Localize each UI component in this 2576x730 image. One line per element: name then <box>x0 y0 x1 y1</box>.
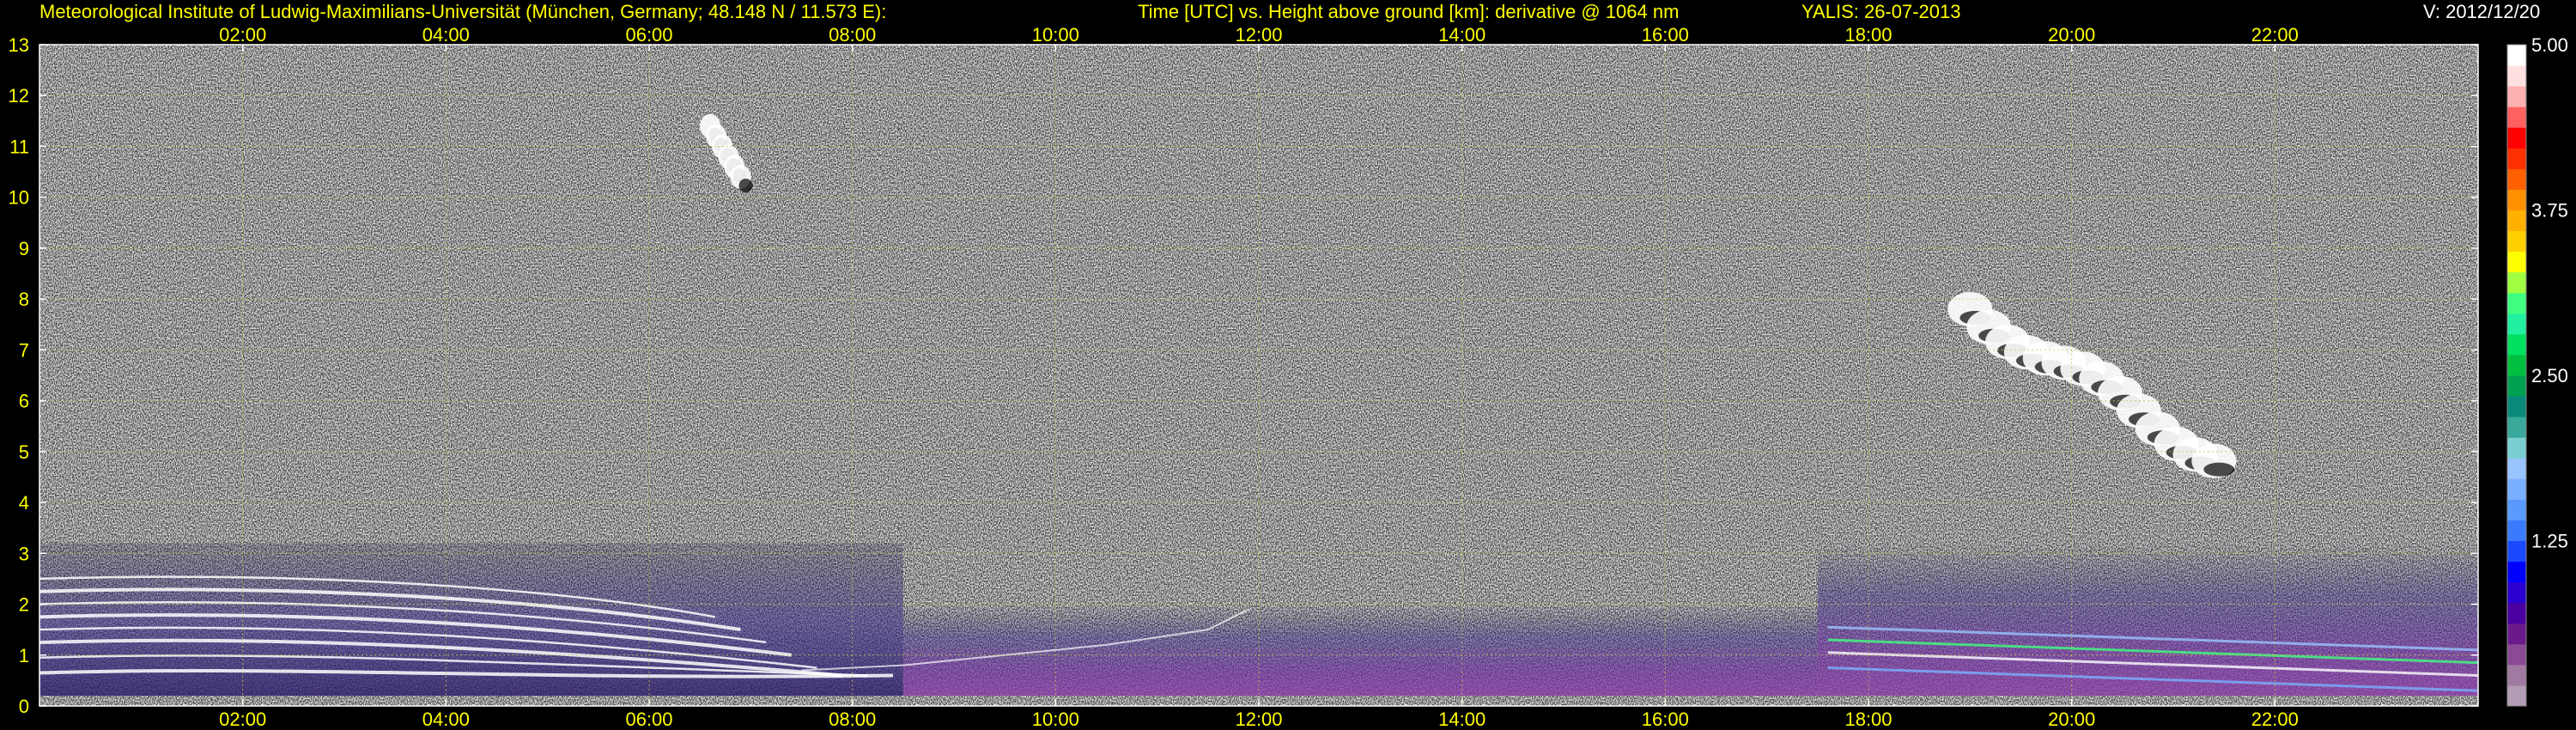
y-tick-label: 6 <box>19 391 29 412</box>
colorbar-swatch <box>2507 396 2526 417</box>
colorbar-swatch <box>2507 499 2526 520</box>
colorbar-swatch <box>2507 106 2526 128</box>
colorbar-swatch <box>2507 230 2526 252</box>
x-tick-label-top: 08:00 <box>829 24 876 46</box>
x-tick-label-bottom: 14:00 <box>1438 709 1485 730</box>
x-tick-label-top: 04:00 <box>422 24 470 46</box>
x-tick-label-bottom: 08:00 <box>829 709 876 730</box>
colorbar-swatch <box>2507 623 2526 645</box>
y-tick-label: 13 <box>9 34 29 56</box>
x-tick-label-top: 18:00 <box>1844 24 1892 46</box>
x-tick-label-bottom: 06:00 <box>625 709 672 730</box>
x-tick-label-top: 14:00 <box>1438 24 1485 46</box>
y-tick-label: 1 <box>19 645 29 666</box>
x-tick-label-top: 06:00 <box>625 24 672 46</box>
x-tick-label-bottom: 12:00 <box>1235 709 1282 730</box>
colorbar-swatch <box>2507 520 2526 541</box>
colorbar-swatch <box>2507 168 2526 190</box>
colorbar-swatch <box>2507 643 2526 666</box>
lidar-figure: Meteorological Institute of Ludwig-Maxim… <box>0 0 2576 730</box>
lidar-chart: 02:00 02:00 04:00 04:00 06:00 06:00 08:00 08:00… <box>9 24 2568 730</box>
colorbar-label: 1.25 <box>2531 531 2568 552</box>
colorbar-swatch <box>2507 354 2526 376</box>
colorbar-swatch <box>2507 86 2526 107</box>
colorbar-swatch <box>2507 561 2526 583</box>
colorbar-swatch <box>2507 581 2526 604</box>
colorbar-swatch <box>2507 45 2526 66</box>
colorbar-swatch <box>2507 189 2526 210</box>
y-tick-label: 7 <box>19 339 29 361</box>
x-tick-label-bottom: 10:00 <box>1032 709 1079 730</box>
y-tick-label: 8 <box>19 289 29 310</box>
y-tick-label: 9 <box>19 238 29 259</box>
y-tick-label: 11 <box>9 136 29 157</box>
y-tick-label: 3 <box>19 543 29 564</box>
y-tick-label: 2 <box>19 594 29 616</box>
colorbar-swatch <box>2507 664 2526 686</box>
x-tick-label-top: 20:00 <box>2048 24 2095 46</box>
colorbar-swatch <box>2507 478 2526 500</box>
x-tick-label-bottom: 20:00 <box>2048 709 2095 730</box>
x-tick-label-bottom: 22:00 <box>2251 709 2299 730</box>
x-tick-label-top: 10:00 <box>1032 24 1079 46</box>
colorbar-swatch <box>2507 210 2526 232</box>
colorbar-swatch <box>2507 375 2526 397</box>
y-tick-label: 5 <box>19 441 29 463</box>
x-tick-label-top: 02:00 <box>219 24 266 46</box>
colorbar-swatch <box>2507 148 2526 169</box>
x-tick-label-top: 22:00 <box>2251 24 2299 46</box>
colorbar-swatch <box>2507 271 2526 294</box>
colorbar-label: 5.00 <box>2531 34 2568 56</box>
colorbar-swatch <box>2507 292 2526 314</box>
x-tick-label-bottom: 16:00 <box>1642 709 1689 730</box>
colorbar-swatch <box>2507 127 2526 149</box>
y-tick-label: 0 <box>19 696 29 717</box>
x-tick-label-bottom: 02:00 <box>219 709 266 730</box>
colorbar-swatch <box>2507 684 2526 707</box>
boundary-layer-mid <box>902 604 1818 697</box>
colorbar-swatch <box>2507 437 2526 459</box>
colorbar-label: 3.75 <box>2531 200 2568 222</box>
colorbar-swatch <box>2507 540 2526 563</box>
colorbar-swatch <box>2507 417 2526 438</box>
colorbar-swatch <box>2507 251 2526 273</box>
x-tick-label-top: 16:00 <box>1642 24 1689 46</box>
colorbar-swatch <box>2507 602 2526 624</box>
x-tick-label-top: 12:00 <box>1235 24 1282 46</box>
colorbar-label: 2.50 <box>2531 365 2568 386</box>
y-tick-label: 4 <box>19 492 29 514</box>
colorbar-swatch <box>2507 313 2526 335</box>
colorbar-swatch <box>2507 458 2526 479</box>
colorbar-swatch <box>2507 333 2526 356</box>
y-tick-label: 10 <box>9 187 29 209</box>
x-tick-label-bottom: 18:00 <box>1844 709 1892 730</box>
x-tick-label-bottom: 04:00 <box>422 709 470 730</box>
colorbar-swatch <box>2507 65 2526 87</box>
y-tick-label: 12 <box>9 85 29 106</box>
